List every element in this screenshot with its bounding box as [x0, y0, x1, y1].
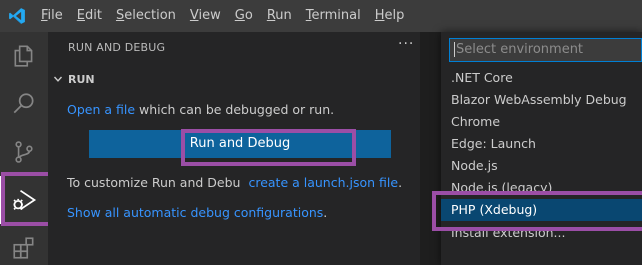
activity-bar: [0, 32, 48, 265]
explorer-icon[interactable]: [0, 32, 48, 80]
quick-pick-item[interactable]: .NET Core: [441, 67, 642, 89]
extensions-icon[interactable]: [0, 224, 48, 265]
quick-pick-item[interactable]: Edge: Launch: [441, 133, 642, 155]
create-launch-json-link[interactable]: create a launch.json file: [248, 175, 398, 190]
menu-view[interactable]: View: [183, 0, 228, 32]
search-icon[interactable]: [0, 80, 48, 128]
highlight-frame-run-debug: [1, 172, 52, 226]
source-control-icon[interactable]: [0, 128, 48, 176]
quick-pick-item[interactable]: Node.js: [441, 155, 642, 177]
chevron-down-icon: [48, 74, 68, 84]
more-actions-icon[interactable]: ···: [398, 36, 414, 52]
menu-terminal[interactable]: Terminal: [299, 0, 368, 32]
highlight-frame-php-xdebug: [432, 191, 642, 231]
customize-text: To customize Run and Debu create a launc…: [67, 175, 403, 190]
open-file-text: Open a file which can be debugged or run…: [67, 102, 335, 117]
menu-run[interactable]: Run: [260, 0, 299, 32]
menu-go[interactable]: Go: [228, 0, 260, 32]
menu-file[interactable]: File: [34, 0, 70, 32]
run-section-label: RUN: [68, 72, 95, 86]
show-all-configurations-link[interactable]: Show all automatic debug configurations: [67, 205, 323, 220]
menu-bar: File Edit Selection View Go Run Terminal…: [0, 0, 642, 32]
quick-pick-item[interactable]: Chrome: [441, 111, 642, 133]
highlight-frame-launch-link: [181, 129, 356, 166]
sidebar-title: RUN AND DEBUG: [68, 41, 166, 54]
menu-edit[interactable]: Edit: [70, 0, 109, 32]
vscode-logo-icon: [0, 0, 34, 32]
menu-selection[interactable]: Selection: [109, 0, 183, 32]
open-file-link[interactable]: Open a file: [67, 102, 135, 117]
environment-search-input[interactable]: Select environment: [449, 38, 642, 62]
menu-help[interactable]: Help: [368, 0, 412, 32]
run-section-header[interactable]: RUN: [48, 68, 420, 90]
show-all-text: Show all automatic debug configurations.: [67, 205, 328, 220]
quick-pick-item[interactable]: Blazor WebAssembly Debug: [441, 89, 642, 111]
